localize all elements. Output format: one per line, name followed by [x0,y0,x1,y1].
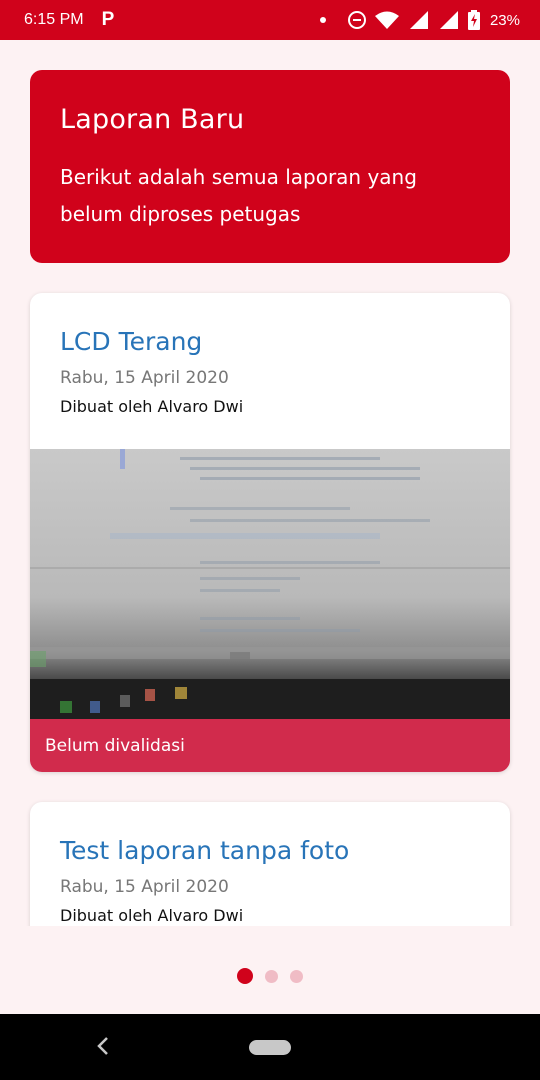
parking-app-icon: P [101,9,115,30]
page-dot[interactable] [265,969,278,983]
system-nav-bar [0,1014,540,1080]
home-pill-icon[interactable] [249,1040,291,1055]
signal-icon [409,11,428,29]
back-icon[interactable] [95,1036,111,1056]
battery-percent: 23% [489,11,520,29]
report-card[interactable]: LCD Terang Rabu, 15 April 2020 Dibuat ol… [30,293,510,772]
wifi-icon [374,11,399,29]
notification-dot-icon [319,17,326,23]
report-title: LCD Terang [60,327,203,356]
status-badge: Belum divalidasi [30,719,510,772]
page-dot-active[interactable] [237,968,253,984]
page-indicator[interactable] [0,968,540,984]
header-card: Laporan Baru Berikut adalah semua lapora… [30,70,510,263]
report-title: Test laporan tanpa foto [60,836,350,865]
page-title: Laporan Baru [60,104,245,135]
report-photo [30,449,510,719]
report-date: Rabu, 15 April 2020 [60,877,229,897]
report-author: Dibuat oleh Alvaro Dwi [60,906,244,925]
page-subtitle: Berikut adalah semua laporan yang belum … [60,165,417,226]
report-author: Dibuat oleh Alvaro Dwi [60,397,244,416]
list-bottom-fade [0,926,540,970]
status-icons: 23% [319,10,520,30]
report-card[interactable]: Test laporan tanpa foto Rabu, 15 April 2… [30,802,510,942]
page-dot[interactable] [290,969,303,983]
battery-charging-icon [467,10,480,30]
report-list-screen[interactable]: Laporan Baru Berikut adalah semua lapora… [0,40,540,1014]
status-time: 6:15 PM [24,11,84,28]
signal-icon [439,11,458,29]
status-bar: 6:15 PM P 23% [0,0,540,40]
report-date: Rabu, 15 April 2020 [60,368,229,388]
do-not-disturb-icon [347,11,366,29]
